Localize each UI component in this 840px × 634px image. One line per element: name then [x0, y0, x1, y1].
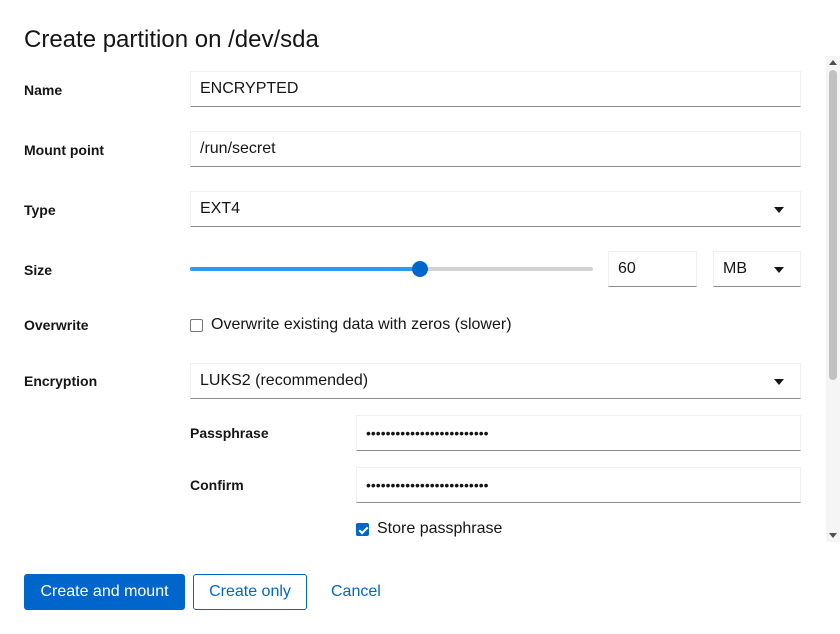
mount-point-label: Mount point	[24, 142, 105, 158]
cancel-button[interactable]: Cancel	[315, 574, 395, 610]
mount-point-input[interactable]	[190, 131, 801, 167]
confirm-passphrase-input[interactable]: •••••••••••••••••••••••••	[356, 467, 801, 503]
confirm-label: Confirm	[190, 477, 244, 493]
type-select[interactable]: EXT4	[190, 191, 801, 227]
size-unit-value: MB	[723, 260, 747, 277]
size-input[interactable]	[608, 251, 697, 287]
slider-fill	[190, 267, 420, 271]
passphrase-input[interactable]: •••••••••••••••••••••••••	[356, 415, 801, 451]
size-label: Size	[24, 262, 53, 278]
overwrite-checkbox-label[interactable]: Overwrite existing data with zeros (slow…	[211, 315, 512, 335]
overwrite-checkbox[interactable]	[190, 319, 203, 332]
type-selected-value: EXT4	[200, 200, 241, 217]
caret-down-icon	[774, 379, 784, 385]
store-passphrase-label[interactable]: Store passphrase	[377, 519, 502, 539]
encryption-label: Encryption	[24, 373, 98, 389]
name-label: Name	[24, 82, 63, 98]
passphrase-label: Passphrase	[190, 425, 269, 441]
encryption-select[interactable]: LUKS2 (recommended)	[190, 363, 801, 399]
encryption-selected-value: LUKS2 (recommended)	[200, 372, 369, 389]
create-only-button[interactable]: Create only	[193, 574, 307, 610]
store-passphrase-checkbox[interactable]	[356, 523, 369, 536]
caret-down-icon	[774, 207, 784, 213]
size-slider[interactable]	[190, 259, 593, 279]
size-unit-select[interactable]: MB	[713, 251, 801, 287]
slider-thumb[interactable]	[411, 261, 428, 277]
scroll-down-arrow-icon[interactable]	[829, 533, 837, 538]
caret-down-icon	[774, 267, 784, 273]
scroll-up-arrow-icon[interactable]	[829, 60, 837, 65]
name-input[interactable]	[190, 71, 801, 107]
type-label: Type	[24, 202, 56, 218]
scrollbar-thumb[interactable]	[829, 70, 837, 380]
dialog-title: Create partition on /dev/sda	[24, 26, 319, 53]
overwrite-label: Overwrite	[24, 317, 89, 333]
create-and-mount-button[interactable]: Create and mount	[24, 574, 185, 610]
scrollbar[interactable]	[826, 56, 840, 542]
